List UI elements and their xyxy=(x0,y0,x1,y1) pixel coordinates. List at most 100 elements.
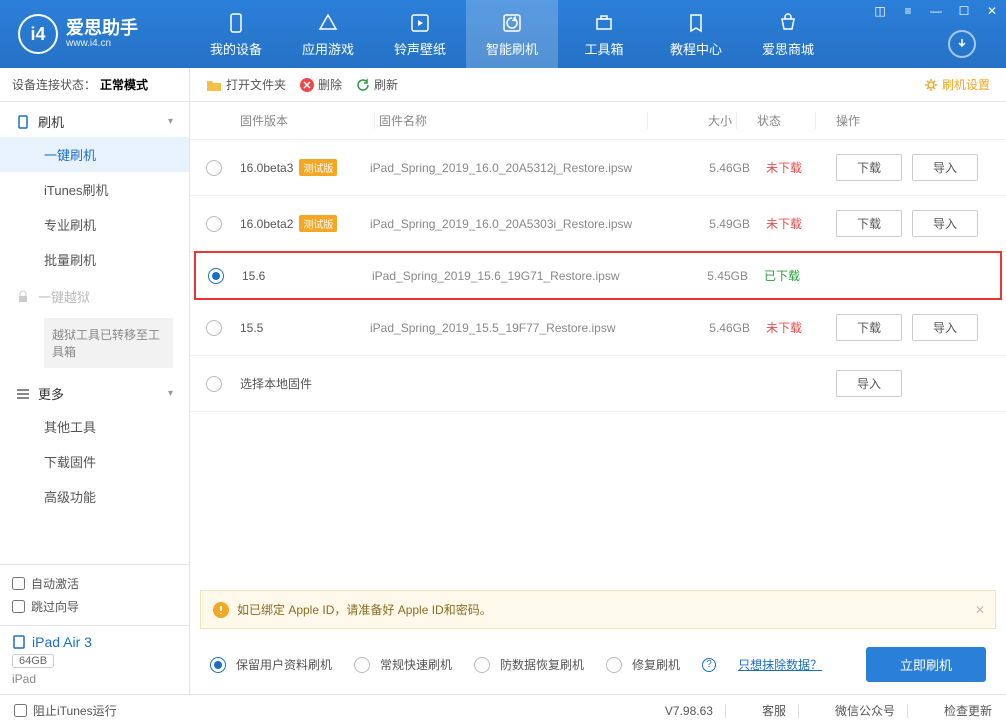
download-button[interactable]: 下载 xyxy=(836,154,902,181)
chevron-down-icon: ▾ xyxy=(168,388,173,399)
jailbreak-notice: 越狱工具已转移至工具箱 xyxy=(44,318,173,368)
nav-tab-6[interactable]: 爱思商城 xyxy=(742,0,834,68)
logo-subtitle: www.i4.cn xyxy=(66,38,138,49)
table-header: 固件版本 固件名称 大小 状态 操作 xyxy=(190,102,1006,140)
maximize-button[interactable]: ☐ xyxy=(950,0,978,22)
col-version: 固件版本 xyxy=(240,112,370,129)
sidebar-group-more[interactable]: 更多 ▾ xyxy=(0,374,189,409)
import-button[interactable]: 导入 xyxy=(912,314,978,341)
nav-icon xyxy=(592,11,616,35)
import-button[interactable]: 导入 xyxy=(836,370,902,397)
main-content: 打开文件夹 删除 刷新 刷机设置 固件版本 固件名称 大小 状态 xyxy=(190,68,1006,694)
nav-tab-3[interactable]: 智能刷机 xyxy=(466,0,558,68)
sidebar-item[interactable]: 高级功能 xyxy=(0,479,189,514)
appleid-alert: 如已绑定 Apple ID，请准备好 Apple ID和密码。 ✕ xyxy=(200,590,996,629)
skip-wizard-checkbox[interactable]: 跳过向导 xyxy=(12,598,177,615)
version-label: V7.98.63 xyxy=(665,704,713,718)
flash-option[interactable]: 防数据恢复刷机 xyxy=(474,656,584,673)
download-indicator-icon[interactable] xyxy=(948,30,976,58)
firmware-status: 未下载 xyxy=(750,215,820,232)
firmware-radio[interactable] xyxy=(206,320,222,336)
delete-button[interactable]: 删除 xyxy=(300,76,342,93)
firmware-size: 5.46GB xyxy=(670,321,750,335)
nav-tab-0[interactable]: 我的设备 xyxy=(190,0,282,68)
chevron-down-icon: ▾ xyxy=(168,116,173,127)
help-icon[interactable]: ? xyxy=(702,658,716,672)
folder-icon xyxy=(206,78,222,92)
firmware-version: 15.5 xyxy=(240,321,370,335)
flash-option[interactable]: 修复刷机 xyxy=(606,656,680,673)
sidebar-item[interactable]: 下载固件 xyxy=(0,444,189,479)
flash-now-button[interactable]: 立即刷机 xyxy=(866,647,986,682)
firmware-row[interactable]: 16.0beta3测试版iPad_Spring_2019_16.0_20A531… xyxy=(190,140,1006,196)
nav-tab-1[interactable]: 应用游戏 xyxy=(282,0,374,68)
sidebar-item[interactable]: 批量刷机 xyxy=(0,242,189,277)
menu-button[interactable]: ≡ xyxy=(894,0,922,22)
toolbar: 打开文件夹 删除 刷新 刷机设置 xyxy=(190,68,1006,102)
firmware-version: 16.0beta2测试版 xyxy=(240,215,370,232)
sidebar-group-flash[interactable]: 刷机 ▾ xyxy=(0,102,189,137)
footer: 阻止iTunes运行 V7.98.63 客服 微信公众号 检查更新 xyxy=(0,694,1006,726)
col-size: 大小 xyxy=(652,112,732,129)
firmware-row[interactable]: 15.6iPad_Spring_2019_15.6_19G71_Restore.… xyxy=(194,251,1002,300)
option-radio[interactable] xyxy=(354,657,370,673)
nav-tab-5[interactable]: 教程中心 xyxy=(650,0,742,68)
alert-close-button[interactable]: ✕ xyxy=(975,603,985,617)
download-button[interactable]: 下载 xyxy=(836,314,902,341)
local-firmware-row[interactable]: 选择本地固件导入 xyxy=(190,356,1006,412)
block-itunes-checkbox[interactable]: 阻止iTunes运行 xyxy=(14,702,117,719)
close-button[interactable]: ✕ xyxy=(978,0,1006,22)
col-ops: 操作 xyxy=(820,112,990,129)
import-button[interactable]: 导入 xyxy=(912,154,978,181)
nav-icon xyxy=(684,11,708,35)
firmware-size: 5.49GB xyxy=(670,217,750,231)
flash-option[interactable]: 保留用户资料刷机 xyxy=(210,656,332,673)
warning-icon xyxy=(213,602,229,618)
device-name[interactable]: iPad Air 3 xyxy=(12,634,177,650)
nav-tab-4[interactable]: 工具箱 xyxy=(558,0,650,68)
firmware-version: 15.6 xyxy=(242,269,372,283)
firmware-radio[interactable] xyxy=(206,216,222,232)
firmware-radio[interactable] xyxy=(208,268,224,284)
sidebar-item[interactable]: iTunes刷机 xyxy=(0,172,189,207)
open-folder-button[interactable]: 打开文件夹 xyxy=(206,76,286,93)
firmware-row[interactable]: 15.5iPad_Spring_2019_15.5_19F77_Restore.… xyxy=(190,300,1006,356)
refresh-button[interactable]: 刷新 xyxy=(356,76,398,93)
window-controls: ◫ ≡ — ☐ ✕ xyxy=(866,0,1006,22)
sidebar-item[interactable]: 一键刷机 xyxy=(0,137,189,172)
firmware-status: 未下载 xyxy=(750,319,820,336)
support-link[interactable]: 客服 xyxy=(762,702,786,719)
firmware-radio[interactable] xyxy=(206,376,222,392)
option-radio[interactable] xyxy=(474,657,490,673)
wechat-link[interactable]: 微信公众号 xyxy=(835,702,895,719)
nav-tab-2[interactable]: 铃声壁纸 xyxy=(374,0,466,68)
firmware-status: 已下载 xyxy=(748,267,818,284)
firmware-row[interactable]: 16.0beta2测试版iPad_Spring_2019_16.0_20A530… xyxy=(190,196,1006,252)
device-capacity: 64GB xyxy=(12,654,54,668)
check-update-link[interactable]: 检查更新 xyxy=(944,702,992,719)
flash-options: 保留用户资料刷机 常规快速刷机 防数据恢复刷机 修复刷机 ? 只想抹除数据？ 立即刷机 xyxy=(190,635,1006,694)
flash-option[interactable]: 常规快速刷机 xyxy=(354,656,452,673)
auto-activate-checkbox[interactable]: 自动激活 xyxy=(12,575,177,592)
option-radio[interactable] xyxy=(210,657,226,673)
refresh-icon xyxy=(356,78,370,92)
sidebar-item[interactable]: 专业刷机 xyxy=(0,207,189,242)
import-button[interactable]: 导入 xyxy=(912,210,978,237)
logo-title: 爱思助手 xyxy=(66,19,138,39)
tablet-icon xyxy=(12,635,26,649)
erase-data-link[interactable]: 只想抹除数据？ xyxy=(738,656,822,673)
option-radio[interactable] xyxy=(606,657,622,673)
flash-settings-button[interactable]: 刷机设置 xyxy=(924,76,990,93)
sidebar-item[interactable]: 其他工具 xyxy=(0,409,189,444)
firmware-name: iPad_Spring_2019_15.5_19F77_Restore.ipsw xyxy=(370,321,670,335)
connection-status: 设备连接状态：正常模式 xyxy=(0,68,189,102)
logo-icon: i4 xyxy=(18,14,58,54)
minimize-button[interactable]: — xyxy=(922,0,950,22)
firmware-list: 16.0beta3测试版iPad_Spring_2019_16.0_20A531… xyxy=(190,140,1006,412)
col-name: 固件名称 xyxy=(379,112,643,129)
sidebar: 设备连接状态：正常模式 刷机 ▾ 一键刷机iTunes刷机专业刷机批量刷机 一键… xyxy=(0,68,190,694)
skin-button[interactable]: ◫ xyxy=(866,0,894,22)
sidebar-group-jailbreak: 一键越狱 xyxy=(0,277,189,312)
download-button[interactable]: 下载 xyxy=(836,210,902,237)
firmware-radio[interactable] xyxy=(206,160,222,176)
